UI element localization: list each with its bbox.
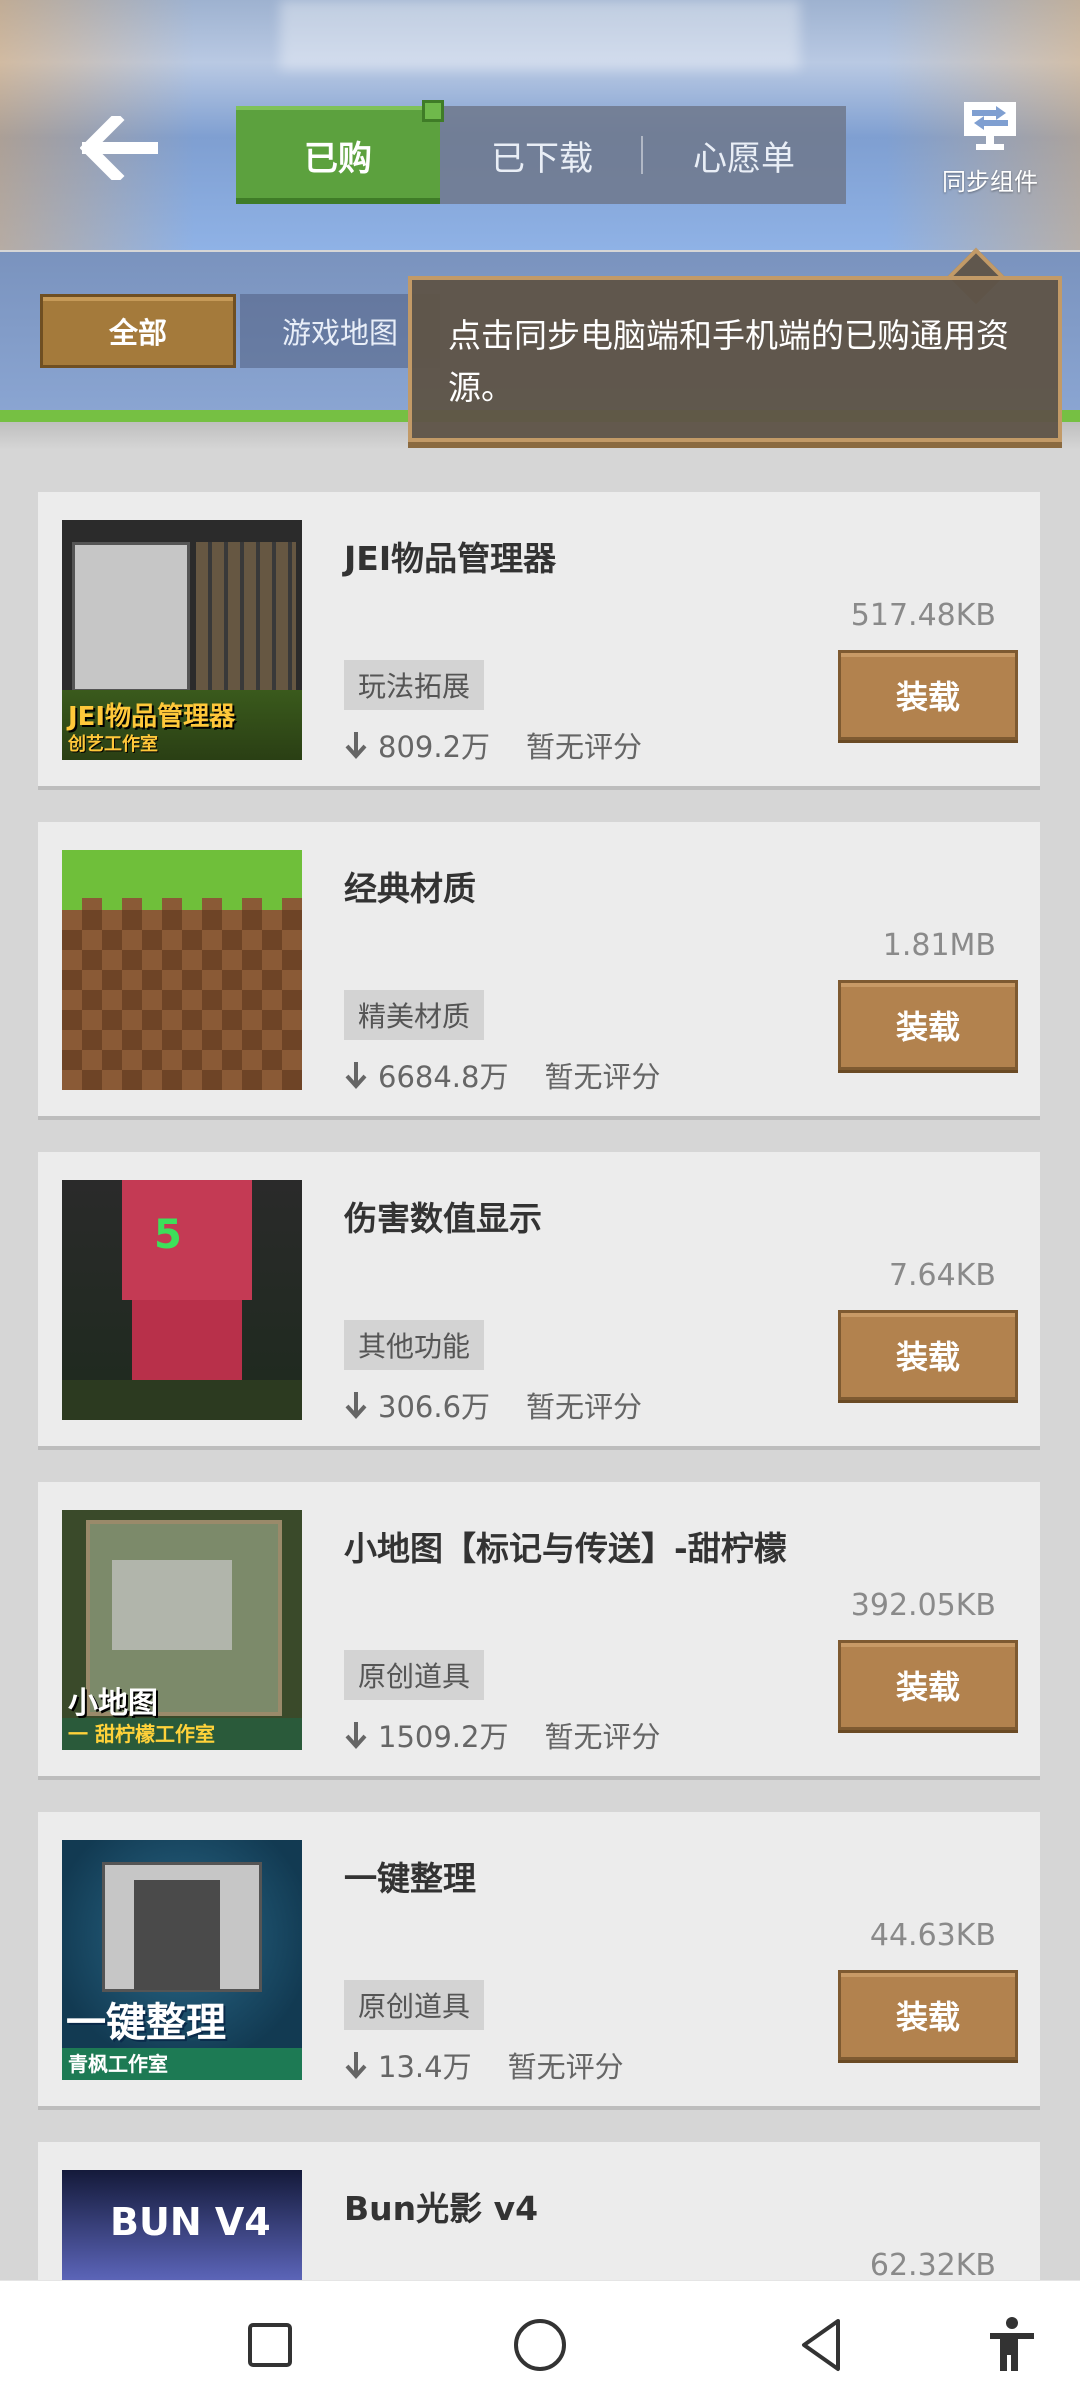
sync-tooltip: 点击同步电脑端和手机端的已购通用资源。	[408, 276, 1062, 442]
item-rating: 暂无评分	[526, 1390, 643, 1424]
load-button[interactable]: 装载	[838, 1970, 1018, 2060]
thumb-title: BUN V4	[110, 2200, 271, 2244]
top-header: 已购 已下载 心愿单 同步组件	[0, 0, 1080, 250]
item-tag: 玩法拓展	[344, 660, 485, 710]
download-arrow-icon	[345, 2052, 367, 2079]
header-background-highlight	[280, 0, 800, 70]
square-recent-icon[interactable]	[238, 2313, 302, 2377]
item-tag: 原创道具	[344, 1980, 485, 2030]
tooltip-text: 点击同步电脑端和手机端的已购通用资源。	[448, 316, 1009, 407]
tab-purchased-label: 已购	[304, 138, 372, 179]
accessibility-icon[interactable]	[980, 2313, 1044, 2377]
item-size: 1.81MB	[882, 928, 996, 963]
tab-wishlist[interactable]: 心愿单	[642, 106, 846, 204]
item-stats: 13.4万 暂无评分	[344, 2044, 624, 2086]
item-downloads: 13.4万	[378, 2050, 472, 2084]
item-rating: 暂无评分	[507, 2050, 624, 2084]
item-title: 经典材质	[344, 869, 476, 908]
item-thumbnail: 5	[62, 1180, 302, 1420]
item-title: 一键整理	[344, 1859, 476, 1898]
tab-downloaded-label: 已下载	[491, 138, 593, 179]
item-downloads: 1509.2万	[378, 1720, 509, 1754]
item-thumbnail	[62, 850, 302, 1090]
category-all[interactable]: 全部	[40, 294, 236, 368]
tab-downloaded[interactable]: 已下载	[440, 106, 644, 204]
triangle-back-icon[interactable]	[790, 2313, 854, 2377]
item-thumbnail: JEI物品管理器 创艺工作室	[62, 520, 302, 760]
thumb-map-terrain	[112, 1560, 232, 1650]
tab-bar: 已购 已下载 心愿单	[236, 100, 846, 204]
item-rating: 暂无评分	[544, 1720, 661, 1754]
item-tag: 精美材质	[344, 990, 485, 1040]
list-item[interactable]: JEI物品管理器 创艺工作室 JEI物品管理器 517.48KB 玩法拓展 80…	[38, 492, 1040, 790]
item-title: JEI物品管理器	[344, 539, 557, 578]
thumb-inventory-panel	[72, 542, 190, 692]
download-arrow-icon	[345, 1392, 367, 1419]
thumb-mob-head	[122, 1180, 252, 1300]
thumb-title: JEI物品管理器	[68, 702, 236, 732]
list-item[interactable]: 一键整理 青枫工作室 一键整理 44.63KB 原创道具 13.4万 暂无评分 …	[38, 1812, 1040, 2110]
arrow-left-icon	[79, 111, 158, 185]
item-downloads: 306.6万	[378, 1390, 491, 1424]
load-button[interactable]: 装载	[838, 1640, 1018, 1730]
thumb-item-grid	[196, 542, 296, 692]
item-tag: 其他功能	[344, 1320, 485, 1370]
back-button[interactable]	[79, 111, 160, 185]
load-button[interactable]: 装载	[838, 980, 1018, 1070]
item-thumbnail: 小地图 一 甜柠檬工作室	[62, 1510, 302, 1750]
thumb-title: 小地图	[68, 1686, 158, 1721]
item-title: 小地图【标记与传送】-甜柠檬	[344, 1529, 787, 1568]
item-tag: 原创道具	[344, 1650, 485, 1700]
item-size: 517.48KB	[850, 598, 996, 633]
item-size: 7.64KB	[888, 1258, 996, 1293]
item-size: 44.63KB	[869, 1918, 996, 1953]
download-arrow-icon	[345, 1062, 367, 1089]
item-stats: 1509.2万 暂无评分	[344, 1714, 661, 1756]
sync-button[interactable]: 同步组件	[930, 100, 1050, 197]
sync-computer-icon	[964, 102, 1016, 150]
thumb-sort-menu	[134, 1880, 220, 1990]
item-stats: 6684.8万 暂无评分	[344, 1054, 661, 1096]
item-stats: 809.2万 暂无评分	[344, 724, 642, 766]
item-stats: 306.6万 暂无评分	[344, 1384, 642, 1426]
sync-label: 同步组件	[942, 168, 1038, 196]
load-button[interactable]: 装载	[838, 650, 1018, 740]
load-button[interactable]: 装载	[838, 1310, 1018, 1400]
thumb-studio: 青枫工作室	[62, 2048, 302, 2080]
item-rating: 暂无评分	[544, 1060, 661, 1094]
thumb-ground	[62, 1380, 302, 1420]
item-downloads: 6684.8万	[378, 1060, 509, 1094]
item-size: 62.32KB	[869, 2248, 996, 2283]
item-rating: 暂无评分	[526, 730, 643, 764]
tab-wishlist-label: 心愿单	[693, 138, 795, 179]
item-downloads: 809.2万	[378, 730, 491, 764]
download-arrow-icon	[345, 732, 367, 759]
item-size: 392.05KB	[850, 1588, 996, 1623]
thumb-title: 一键整理	[66, 2000, 226, 2046]
tab-purchased[interactable]: 已购	[236, 106, 440, 204]
item-title: 伤害数值显示	[344, 1199, 542, 1238]
item-title: Bun光影 v4	[344, 2189, 539, 2228]
item-thumbnail: 一键整理 青枫工作室	[62, 1840, 302, 2080]
list-item[interactable]: 5 伤害数值显示 7.64KB 其他功能 306.6万 暂无评分 装载	[38, 1152, 1040, 1450]
circle-home-icon[interactable]	[508, 2313, 572, 2377]
thumb-grass-fringe	[62, 890, 302, 910]
list-item[interactable]: 小地图 一 甜柠檬工作室 小地图【标记与传送】-甜柠檬 392.05KB 原创道…	[38, 1482, 1040, 1780]
thumb-studio: 一 甜柠檬工作室	[62, 1718, 302, 1750]
system-nav-bar	[0, 2280, 1080, 2408]
thumb-damage-number: 5	[154, 1212, 182, 1258]
thumb-studio: 创艺工作室	[68, 734, 158, 755]
download-arrow-icon	[345, 1722, 367, 1749]
list-item[interactable]: 经典材质 1.81MB 精美材质 6684.8万 暂无评分 装载	[38, 822, 1040, 1120]
